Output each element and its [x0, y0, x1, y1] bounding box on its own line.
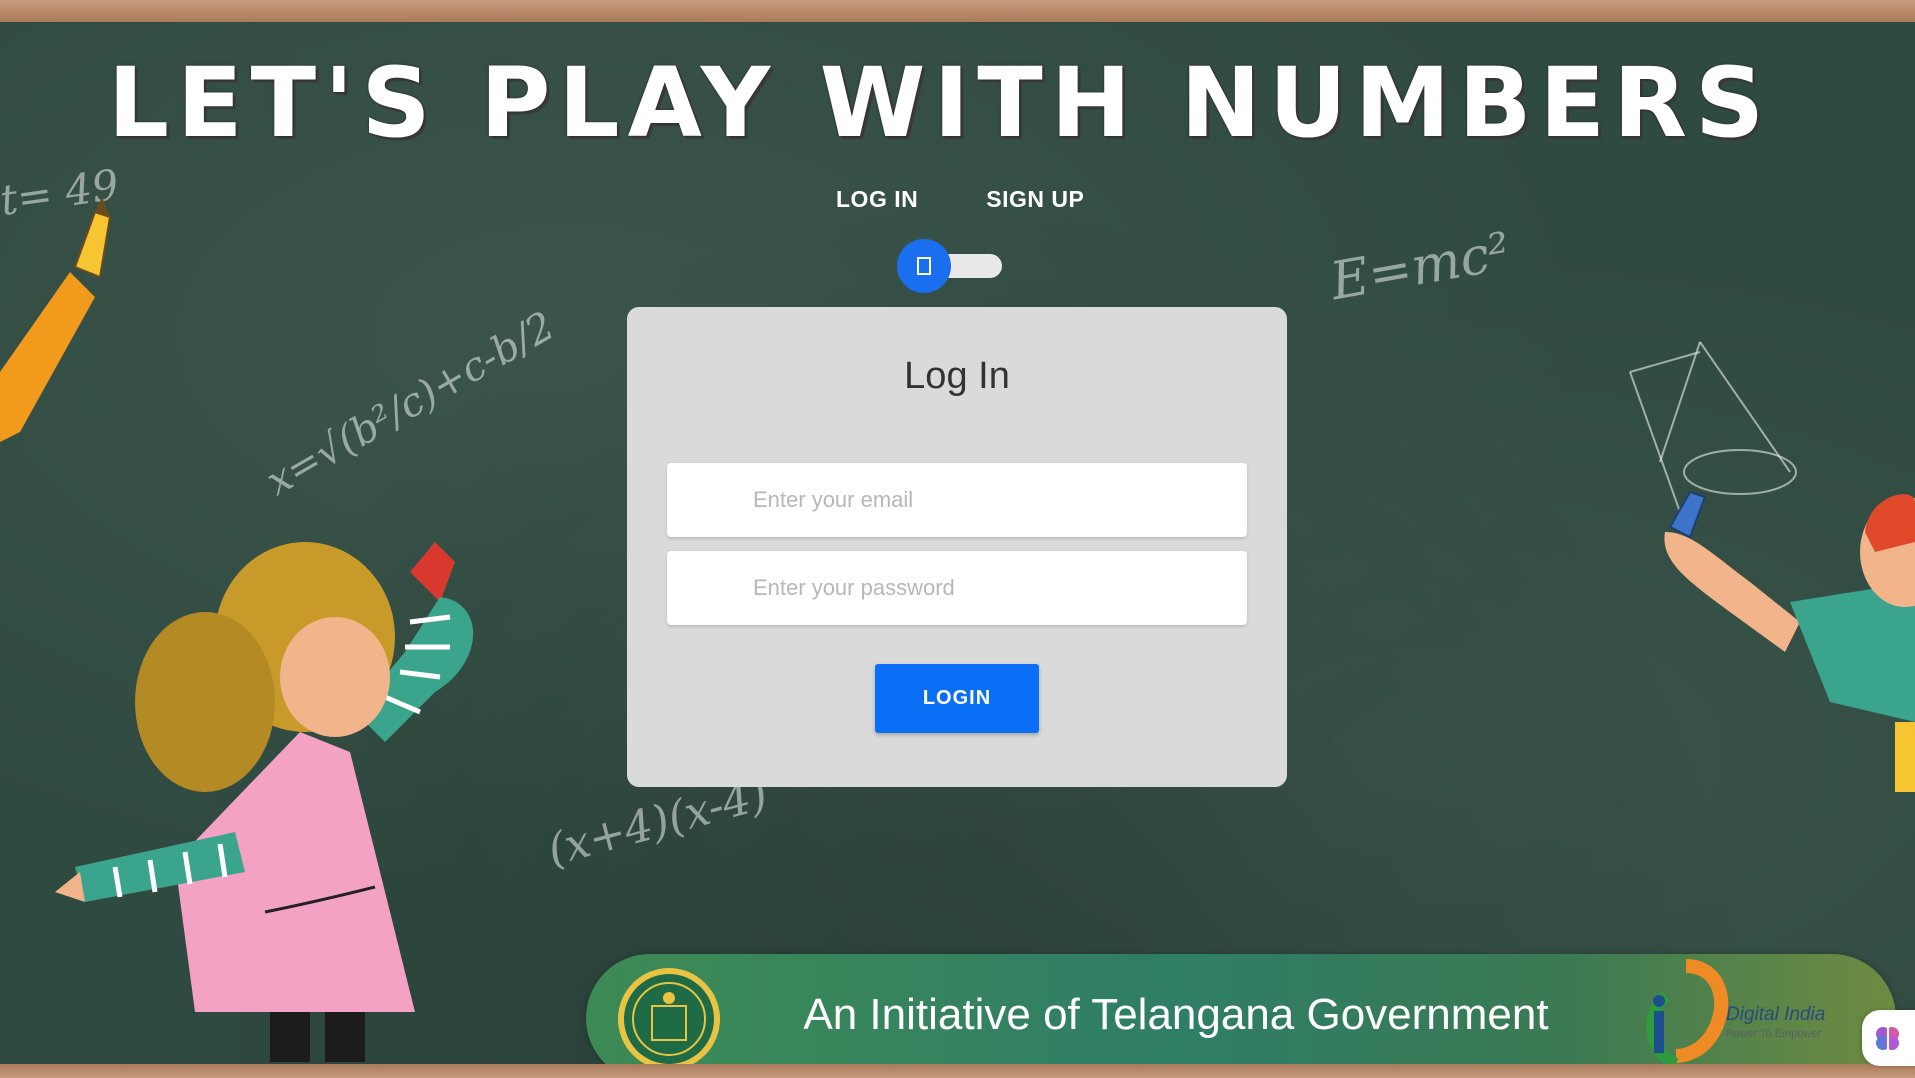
- girl-illustration: [55, 542, 474, 1062]
- chalkboard-background: t= 49 x=√(b²/c)+c-b/2 E=mc² (x+4)(x-4) L…: [0, 22, 1915, 1064]
- chalk-formula: x=√(b²/c)+c-b/2: [258, 302, 563, 505]
- login-card: Log In LOGIN: [627, 307, 1287, 787]
- tab-log-in[interactable]: LOG IN: [836, 186, 918, 213]
- board-frame-top: [0, 0, 1915, 22]
- banner-text: An Initiative of Telangana Government: [803, 990, 1549, 1039]
- tab-sign-up[interactable]: SIGN UP: [986, 186, 1084, 213]
- toggle-switch-icon[interactable]: [897, 239, 951, 293]
- login-title: Log In: [904, 355, 1010, 397]
- pencil-arm-left-illustration: [0, 197, 112, 442]
- assistant-launcher[interactable]: [1862, 1010, 1915, 1066]
- digital-india-tagline: Power To Empower: [1726, 1028, 1822, 1040]
- digital-india-logo-icon: [1646, 959, 1729, 1064]
- digital-india-title: Digital India: [1726, 1004, 1826, 1025]
- chalk-emc2: E=mc²: [1326, 221, 1515, 313]
- initiative-banner: An Initiative of Telangana Government Di…: [586, 954, 1896, 1064]
- login-button[interactable]: LOGIN: [875, 664, 1039, 733]
- telangana-emblem-icon: [618, 968, 720, 1064]
- password-field[interactable]: [667, 551, 1247, 625]
- board-frame-bottom: [0, 1064, 1915, 1078]
- auth-tabs: LOG IN SIGN UP: [836, 186, 1084, 213]
- page-headline: LET'S PLAY WITH NUMBERS: [107, 47, 1773, 159]
- email-field[interactable]: [667, 463, 1247, 537]
- brain-icon: [1876, 1027, 1899, 1050]
- boy-illustration: [1664, 492, 1915, 792]
